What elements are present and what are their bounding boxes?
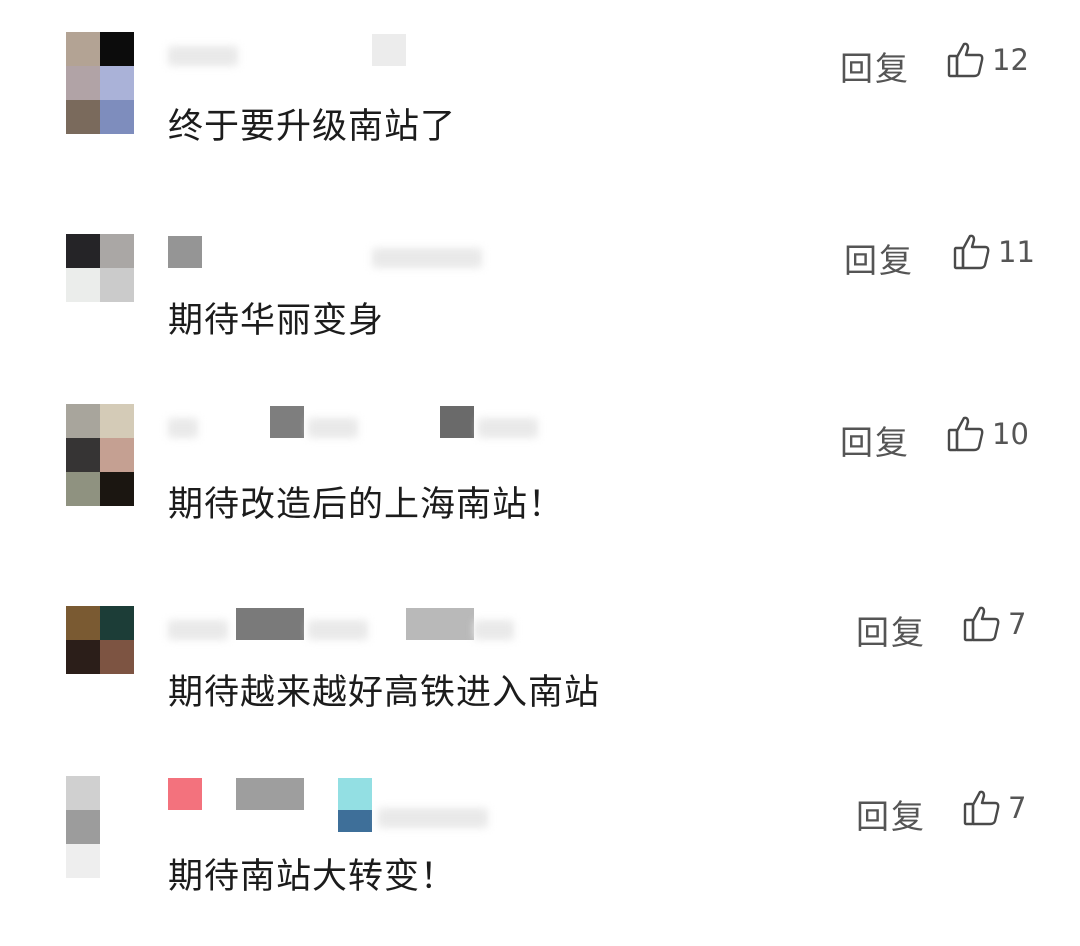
reply-button[interactable]: 回复: [856, 606, 926, 654]
comment-text: 期待越来越好高铁进入南站: [168, 673, 601, 713]
avatar[interactable]: [66, 234, 134, 336]
like-count: 7: [1008, 607, 1027, 641]
avatar[interactable]: [66, 404, 134, 506]
reply-button[interactable]: 回复: [840, 416, 910, 464]
comment-text: 终于要升级南站了: [168, 107, 457, 147]
thumbs-up-icon: [962, 604, 1002, 644]
comment-text: 期待改造后的上海南站！: [168, 485, 565, 525]
avatar[interactable]: [66, 606, 134, 708]
like-count: 7: [1008, 791, 1027, 825]
thumbs-up-icon: [962, 788, 1002, 828]
username-redacted[interactable]: [168, 608, 548, 642]
like-button[interactable]: 10: [946, 412, 1029, 456]
comment-item: 终于要升级南站了 回复 12: [0, 32, 1080, 172]
like-button[interactable]: 12: [946, 38, 1029, 82]
reply-button[interactable]: 回复: [840, 42, 910, 90]
username-redacted[interactable]: [168, 778, 548, 832]
username-redacted[interactable]: [168, 406, 548, 440]
comment-item: 期待南站大转变！ 回复 7: [0, 776, 1080, 897]
reply-button[interactable]: 回复: [844, 234, 914, 282]
like-count: 10: [992, 417, 1029, 451]
thumbs-up-icon: [946, 414, 986, 454]
like-count: 11: [998, 235, 1035, 269]
reply-button[interactable]: 回复: [856, 790, 926, 838]
username-redacted[interactable]: [168, 236, 548, 270]
comment-item: 期待改造后的上海南站！ 回复 10: [0, 404, 1080, 525]
avatar[interactable]: [66, 32, 134, 134]
avatar[interactable]: [66, 776, 134, 878]
thumbs-up-icon: [946, 40, 986, 80]
comment-item: 期待越来越好高铁进入南站 回复 7: [0, 606, 1080, 716]
comment-text: 期待南站大转变！: [168, 857, 457, 897]
like-button[interactable]: 7: [962, 786, 1026, 830]
like-button[interactable]: 11: [952, 230, 1035, 274]
comment-item: 期待华丽变身 回复 11: [0, 234, 1080, 344]
comment-text: 期待华丽变身: [168, 301, 385, 341]
like-count: 12: [992, 43, 1029, 77]
thumbs-up-icon: [952, 232, 992, 272]
like-button[interactable]: 7: [962, 602, 1026, 646]
username-redacted[interactable]: [168, 34, 548, 68]
